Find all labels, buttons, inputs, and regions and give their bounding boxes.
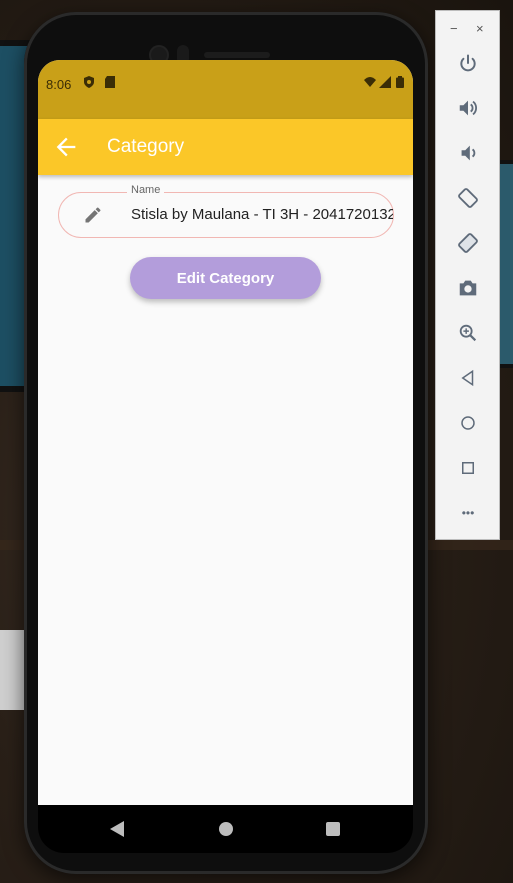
name-field[interactable]: Name Stisla by Maulana - TI 3H - 2041720… bbox=[58, 184, 394, 238]
power-icon bbox=[460, 54, 476, 72]
edit-category-button[interactable]: Edit Category bbox=[130, 257, 321, 299]
screenshot-button[interactable] bbox=[456, 276, 480, 300]
minimize-button[interactable]: − bbox=[450, 21, 458, 36]
earpiece-speaker bbox=[204, 52, 270, 58]
more-icon: ••• bbox=[461, 506, 475, 520]
battery-icon bbox=[396, 76, 404, 88]
rotate-right-icon bbox=[458, 233, 478, 253]
page-title: Category bbox=[107, 136, 185, 157]
zoom-button[interactable] bbox=[456, 321, 480, 345]
nav-home-icon[interactable] bbox=[219, 822, 233, 836]
volume-up-button[interactable] bbox=[456, 96, 480, 120]
more-button[interactable]: ••• bbox=[456, 501, 480, 525]
rotate-right-button[interactable] bbox=[456, 231, 480, 255]
emulator-overview-button[interactable] bbox=[456, 456, 480, 480]
status-time: 8:06 bbox=[46, 77, 72, 92]
power-button[interactable] bbox=[456, 51, 480, 75]
device-screen: 8:06 Category Name Stisla by Maulana - T… bbox=[38, 60, 413, 805]
volume-down-button[interactable] bbox=[456, 141, 480, 165]
emulator-toolbar: − × ••• bbox=[435, 10, 500, 540]
name-input[interactable]: Stisla by Maulana - TI 3H - 2041720132 bbox=[131, 206, 393, 223]
back-arrow-icon[interactable] bbox=[52, 133, 80, 161]
volume-down-icon bbox=[461, 145, 476, 161]
emulator-home-button[interactable] bbox=[456, 411, 480, 435]
emulator-back-button[interactable] bbox=[456, 366, 480, 390]
rotate-left-button[interactable] bbox=[456, 186, 480, 210]
pencil-icon bbox=[85, 207, 101, 223]
sd-card-icon bbox=[105, 76, 115, 88]
rotate-left-icon bbox=[458, 188, 478, 208]
status-bar: 8:06 bbox=[38, 60, 413, 119]
app-bar: Category bbox=[38, 119, 413, 175]
navigation-bar bbox=[38, 805, 413, 853]
signal-icon bbox=[379, 76, 391, 88]
nav-overview-icon[interactable] bbox=[326, 822, 340, 836]
name-field-label: Name bbox=[127, 184, 165, 196]
zoom-icon bbox=[459, 324, 477, 342]
shield-icon bbox=[84, 76, 94, 88]
nav-back-icon[interactable] bbox=[110, 821, 124, 837]
volume-up-icon bbox=[459, 100, 477, 116]
back-icon bbox=[461, 369, 474, 387]
wifi-icon bbox=[364, 77, 376, 87]
overview-icon bbox=[462, 462, 474, 474]
home-icon bbox=[461, 416, 475, 430]
close-button[interactable]: × bbox=[476, 21, 484, 36]
camera-icon bbox=[459, 280, 477, 296]
